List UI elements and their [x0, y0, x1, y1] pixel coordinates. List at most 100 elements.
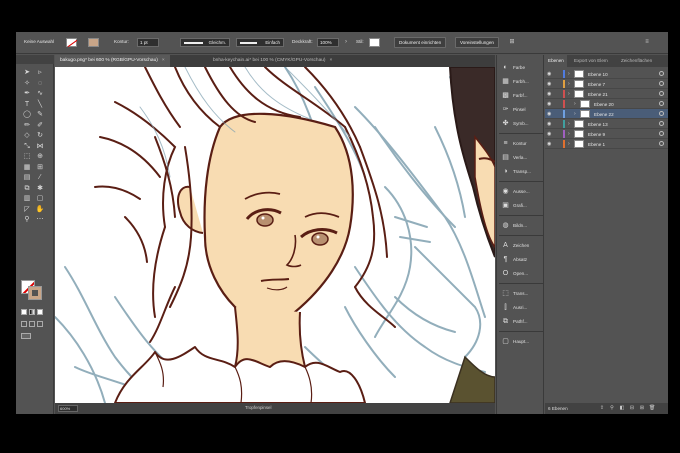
delete-layer-icon[interactable]: 🗑 — [649, 405, 655, 411]
hand-tool-icon[interactable]: ✋ — [35, 205, 45, 215]
target-circle-icon[interactable] — [659, 91, 664, 96]
layer-row[interactable]: ◉ › Ebene 13 — [545, 119, 668, 129]
perspective-grid-tool-icon[interactable]: ▦ — [22, 163, 32, 173]
symbol-sprayer-tool-icon[interactable]: ✱ — [35, 184, 45, 194]
target-circle-icon[interactable] — [659, 71, 664, 76]
eyedropper-tool-icon[interactable]: ⁄ — [35, 173, 45, 183]
layer-name[interactable]: Ebene 10 — [588, 72, 608, 77]
stroke-weight-field[interactable]: 1 pt — [137, 38, 159, 47]
dock-item-opentype[interactable]: O Open... — [500, 267, 544, 281]
fill-swatch[interactable] — [66, 38, 77, 47]
locate-object-icon[interactable]: ⚲ — [609, 405, 615, 411]
blob-brush-tool-icon[interactable]: ✐ — [35, 121, 45, 131]
layer-row[interactable]: ◉ › Ebene 21 — [545, 89, 668, 99]
dock-item-artboards[interactable]: ▢ Haupt... — [500, 335, 544, 349]
eraser-tool-icon[interactable]: ◇ — [22, 131, 32, 141]
export-icon[interactable]: ⇪ — [599, 405, 605, 411]
chevron-right-icon[interactable]: › — [568, 141, 570, 147]
dock-item-brushes[interactable]: ✑ Pinsel — [500, 103, 544, 117]
tab-bakugo[interactable]: bakugo.png* bei 600 % (RGB/GPU-Vorschau)… — [55, 55, 170, 67]
slice-tool-icon[interactable]: ◸ — [22, 205, 32, 215]
tab-asset-export[interactable]: Export von Elem — [571, 55, 611, 67]
curvature-tool-icon[interactable]: ∿ — [35, 89, 45, 99]
line-tool-icon[interactable]: ╲ — [35, 100, 45, 110]
dock-item-gradient[interactable]: ▤ Verla... — [500, 151, 544, 165]
gradient-tool-icon[interactable]: ▤ — [22, 173, 32, 183]
layer-name[interactable]: Ebene 20 — [594, 102, 614, 107]
dock-item-graphic-styles[interactable]: ▣ Grafi... — [500, 199, 544, 213]
dock-item-appearance[interactable]: ◉ Ausse... — [500, 185, 544, 199]
dock-item-transparency[interactable]: ◑ Transp... — [500, 165, 544, 179]
close-icon[interactable]: × — [162, 58, 165, 63]
layer-name[interactable]: Ebene 1 — [588, 142, 605, 147]
screen-mode-icon[interactable] — [21, 333, 31, 339]
stroke-swatch[interactable] — [88, 38, 99, 47]
dock-item-symbols[interactable]: ✤ Symb... — [500, 117, 544, 131]
target-circle-icon[interactable] — [659, 131, 664, 136]
artboard-tool-icon[interactable]: ▢ — [35, 194, 45, 204]
dock-item-transform[interactable]: ⬚ Trans... — [500, 287, 544, 301]
tools-panel-header[interactable] — [16, 55, 54, 64]
chevron-right-icon[interactable]: › — [568, 71, 570, 77]
zoom-tool-icon[interactable]: ⚲ — [22, 215, 32, 225]
dock-item-stroke[interactable]: ≡ Kontur — [500, 137, 544, 151]
visibility-eye-icon[interactable]: ◉ — [547, 81, 551, 87]
panel-menu-icon[interactable]: ≡ — [643, 39, 651, 46]
width-tool-icon[interactable]: ⋈ — [35, 142, 45, 152]
visibility-eye-icon[interactable]: ◉ — [547, 131, 551, 137]
dock-item-color[interactable]: ◐ Farbe — [500, 61, 544, 75]
close-icon[interactable]: × — [330, 58, 333, 63]
direct-selection-tool-icon[interactable]: ▹ — [35, 68, 45, 78]
opacity-field[interactable]: 100% — [317, 38, 339, 47]
layer-row[interactable]: ◉ › Ebene 7 — [545, 79, 668, 89]
layer-row[interactable]: ◉ › Ebene 10 — [545, 69, 668, 79]
layer-name[interactable]: Ebene 9 — [588, 132, 605, 137]
dock-item-paragraph[interactable]: ¶ Absatz — [500, 253, 544, 267]
column-graph-tool-icon[interactable]: ▥ — [22, 194, 32, 204]
new-layer-icon[interactable]: ⊞ — [639, 405, 645, 411]
visibility-eye-icon[interactable]: ◉ — [547, 91, 551, 97]
more-tools-icon[interactable]: ⋯ — [35, 215, 45, 225]
chevron-right-icon[interactable]: › — [568, 81, 570, 87]
type-tool-icon[interactable]: T — [22, 100, 32, 110]
stroke-color-box[interactable] — [28, 286, 42, 300]
draw-behind-icon[interactable] — [29, 321, 35, 327]
new-sublayer-icon[interactable]: ⊟ — [629, 405, 635, 411]
target-circle-icon[interactable] — [659, 101, 664, 106]
zoom-field[interactable]: 600% — [58, 405, 78, 412]
tab-layers[interactable]: Ebenen — [545, 55, 567, 67]
visibility-eye-icon[interactable]: ◉ — [547, 111, 551, 117]
chevron-right-icon[interactable]: › — [568, 91, 570, 97]
free-transform-tool-icon[interactable]: ⬚ — [22, 152, 32, 162]
document-setup-button[interactable]: Dokument einrichten — [394, 37, 447, 48]
target-circle-icon[interactable] — [659, 141, 664, 146]
layer-name[interactable]: Ebene 7 — [588, 82, 605, 87]
visibility-eye-icon[interactable]: ◉ — [547, 71, 551, 77]
layer-row[interactable]: ◉ › Ebene 1 — [545, 139, 668, 149]
blend-tool-icon[interactable]: ⧉ — [22, 184, 32, 194]
layer-name[interactable]: Ebene 13 — [588, 122, 608, 127]
tab-artboards[interactable]: Zeichenflächen — [618, 55, 655, 67]
layer-row[interactable]: ◉ › Ebene 9 — [545, 129, 668, 139]
clipping-mask-icon[interactable]: ◧ — [619, 405, 625, 411]
layer-row[interactable]: ◉ › Ebene 20 — [545, 99, 668, 109]
magic-wand-tool-icon[interactable]: ✧ — [22, 79, 32, 89]
chevron-right-icon[interactable]: › — [568, 131, 570, 137]
target-circle-icon[interactable] — [659, 111, 664, 116]
selection-tool-icon[interactable]: ➤ — [22, 68, 32, 78]
lasso-tool-icon[interactable]: ◌ — [35, 79, 45, 89]
artboard-canvas[interactable] — [55, 67, 495, 403]
pencil-tool-icon[interactable]: ✏ — [22, 121, 32, 131]
chevron-right-icon[interactable]: › — [574, 111, 576, 117]
brush-definition[interactable]: Einfach — [236, 38, 284, 47]
dock-item-color-guide[interactable]: ▦ Farbh... — [500, 75, 544, 89]
rotate-tool-icon[interactable]: ↻ — [35, 131, 45, 141]
mesh-tool-icon[interactable]: ⊞ — [35, 163, 45, 173]
dock-item-image-trace[interactable]: ◍ Bildn... — [500, 219, 544, 233]
shape-builder-tool-icon[interactable]: ⊕ — [35, 152, 45, 162]
layer-name[interactable]: Ebene 21 — [588, 92, 608, 97]
target-circle-icon[interactable] — [659, 81, 664, 86]
dock-item-pathfinder[interactable]: ⧉ Pathf... — [500, 315, 544, 329]
tab-bnha-keychain[interactable]: bnha-keychain.ai* bei 100 % (CMYK/GPU-Vo… — [208, 55, 337, 67]
paintbrush-tool-icon[interactable]: ✎ — [35, 110, 45, 120]
